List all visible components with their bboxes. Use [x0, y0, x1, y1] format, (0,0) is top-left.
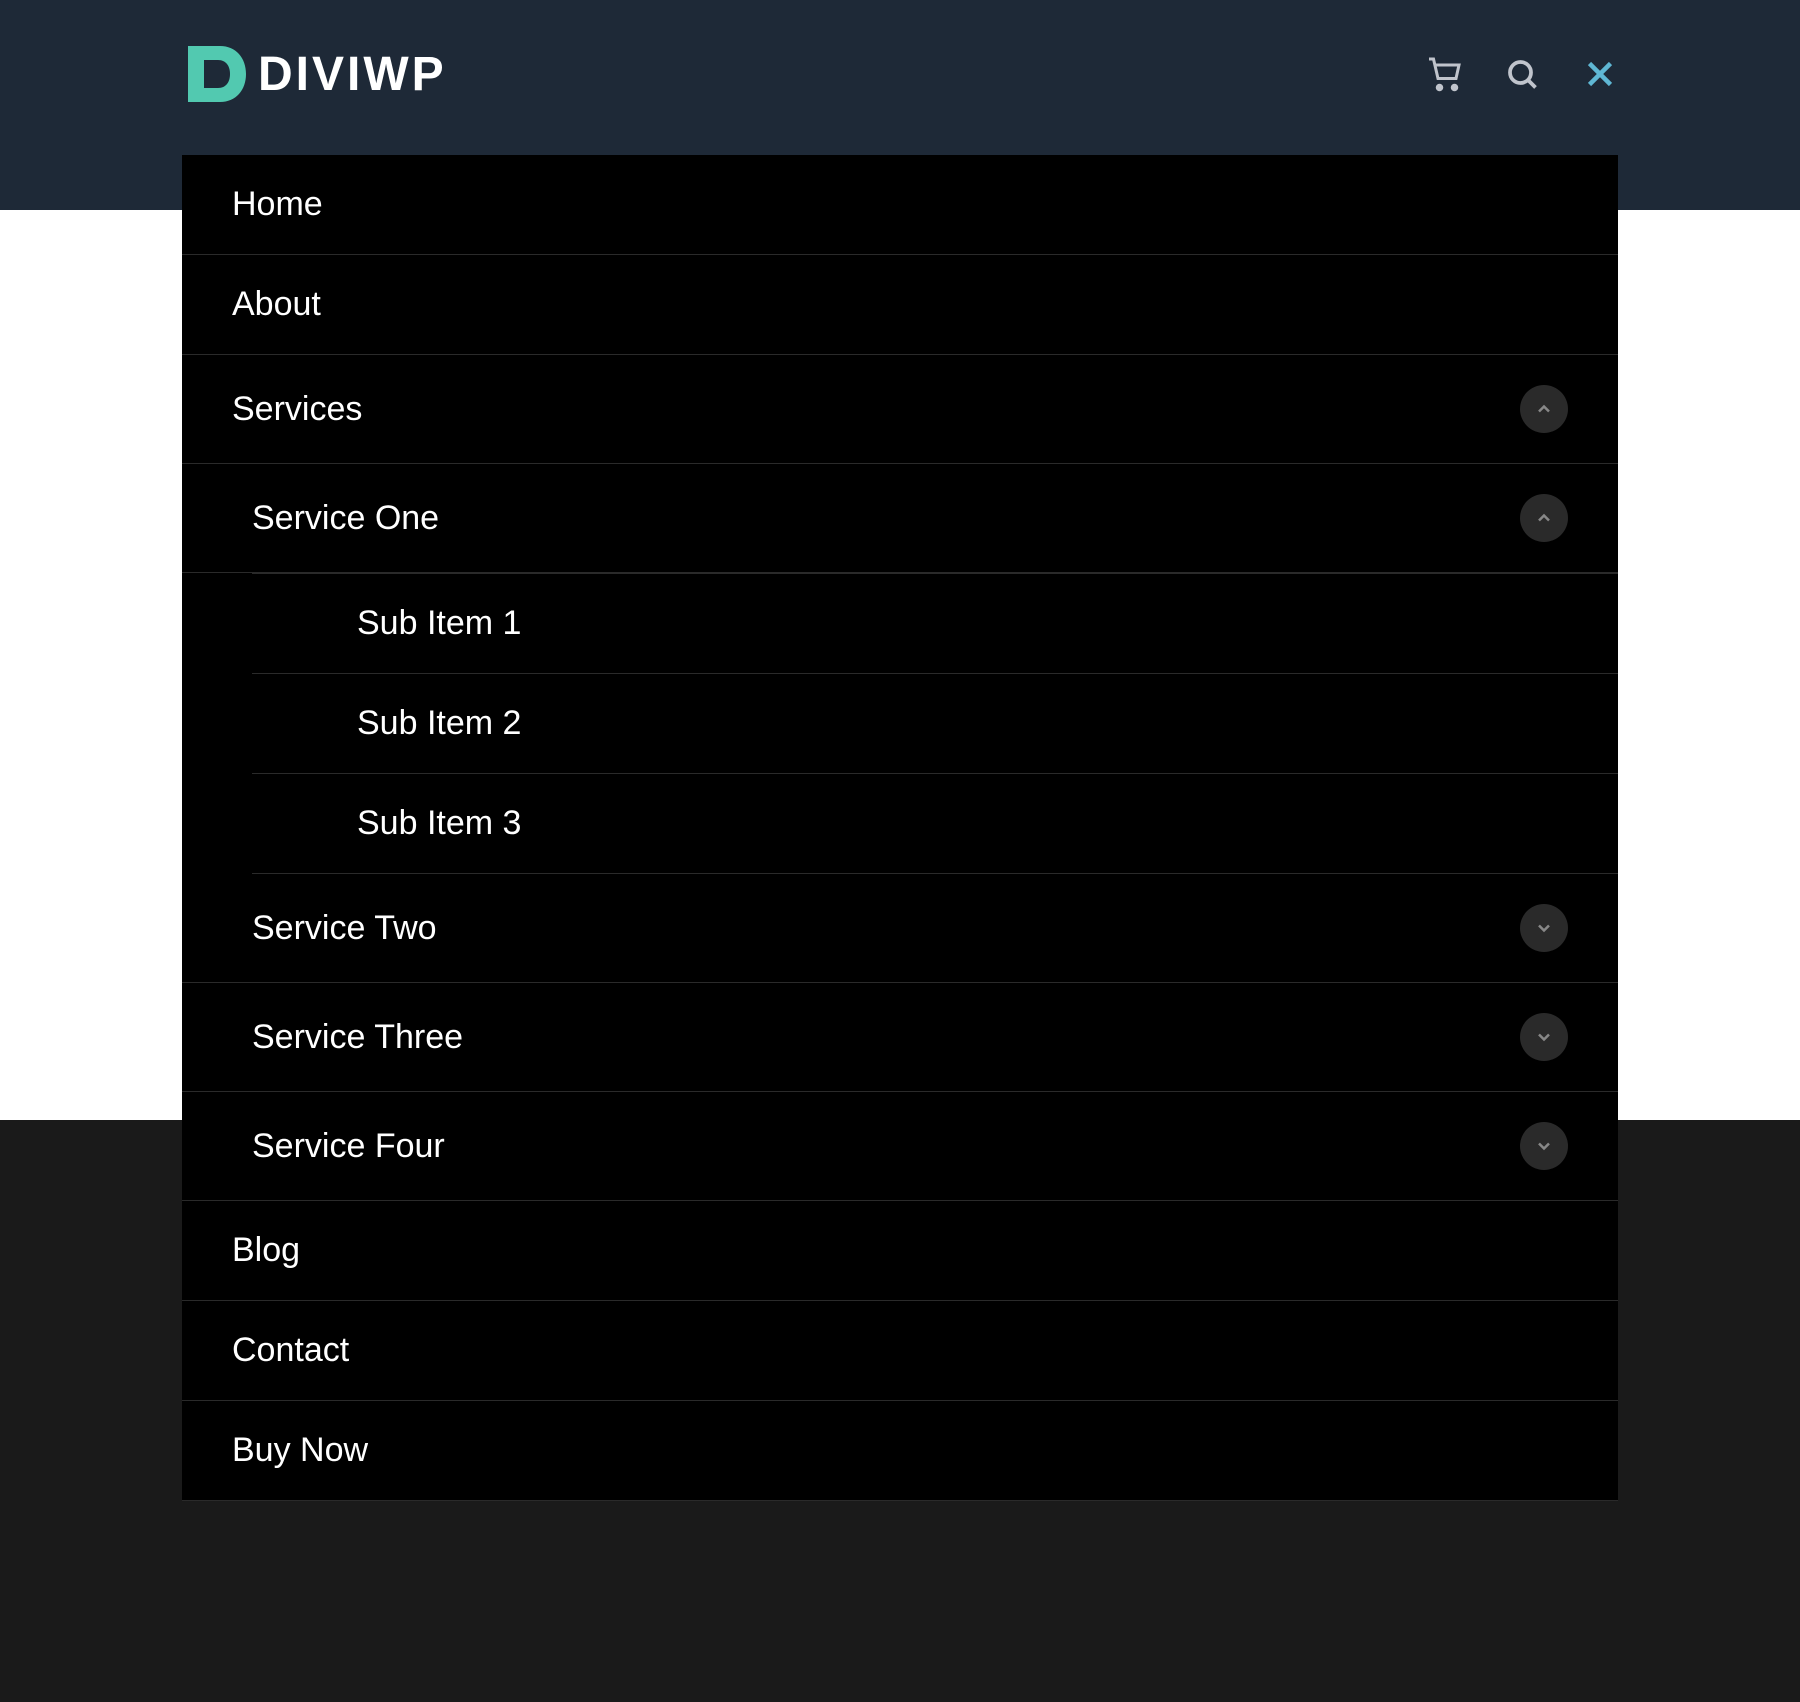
menu-item-service-one[interactable]: Service One: [182, 464, 1618, 573]
menu-item-services[interactable]: Services: [182, 355, 1618, 464]
menu-label: Sub Item 1: [357, 604, 521, 643]
chevron-down-icon: [1534, 1136, 1554, 1156]
menu-item-service-two[interactable]: Service Two: [182, 874, 1618, 983]
logo-text: DIVIWP: [258, 47, 447, 102]
menu-label: Service Two: [252, 909, 437, 948]
menu-item-sub-item-2[interactable]: Sub Item 2: [252, 674, 1618, 774]
menu-label: Services: [232, 390, 362, 429]
header-actions: [1426, 40, 1618, 92]
expand-button[interactable]: [1520, 904, 1568, 952]
menu-label: Blog: [232, 1231, 300, 1270]
collapse-button[interactable]: [1520, 494, 1568, 542]
site-logo[interactable]: DIVIWP: [182, 40, 447, 108]
menu-label: Sub Item 3: [357, 804, 521, 843]
mobile-menu-panel: Home About Services Service One Sub Item…: [182, 155, 1618, 1501]
menu-item-home[interactable]: Home: [182, 155, 1618, 255]
chevron-down-icon: [1534, 918, 1554, 938]
menu-item-service-three[interactable]: Service Three: [182, 983, 1618, 1092]
menu-item-sub-item-1[interactable]: Sub Item 1: [252, 573, 1618, 674]
logo-icon: [182, 40, 250, 108]
menu-label: Home: [232, 185, 323, 224]
chevron-down-icon: [1534, 1027, 1554, 1047]
submenu-service-one: Sub Item 1 Sub Item 2 Sub Item 3: [182, 573, 1618, 874]
search-icon[interactable]: [1504, 56, 1540, 92]
expand-button[interactable]: [1520, 1013, 1568, 1061]
menu-label: Service Four: [252, 1127, 445, 1166]
chevron-up-icon: [1534, 399, 1554, 419]
menu-item-blog[interactable]: Blog: [182, 1201, 1618, 1301]
menu-label: Service One: [252, 499, 439, 538]
menu-item-about[interactable]: About: [182, 255, 1618, 355]
close-menu-icon[interactable]: [1582, 56, 1618, 92]
chevron-up-icon: [1534, 508, 1554, 528]
collapse-button[interactable]: [1520, 385, 1568, 433]
cart-icon[interactable]: [1426, 56, 1462, 92]
menu-item-contact[interactable]: Contact: [182, 1301, 1618, 1401]
menu-label: Service Three: [252, 1018, 463, 1057]
menu-label: Contact: [232, 1331, 349, 1370]
menu-item-buy-now[interactable]: Buy Now: [182, 1401, 1618, 1501]
menu-item-service-four[interactable]: Service Four: [182, 1092, 1618, 1201]
menu-item-sub-item-3[interactable]: Sub Item 3: [252, 774, 1618, 874]
menu-label: Buy Now: [232, 1431, 368, 1470]
menu-label: Sub Item 2: [357, 704, 521, 743]
expand-button[interactable]: [1520, 1122, 1568, 1170]
menu-label: About: [232, 285, 321, 324]
